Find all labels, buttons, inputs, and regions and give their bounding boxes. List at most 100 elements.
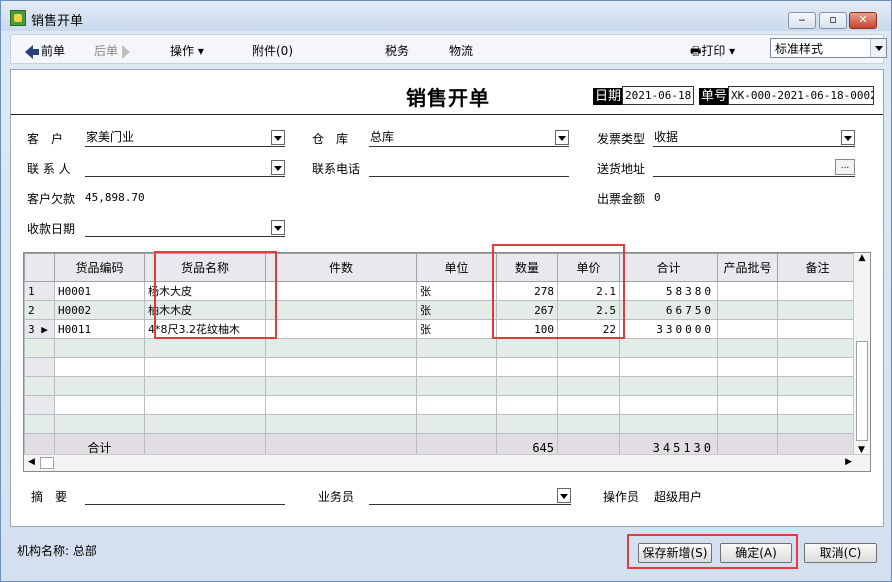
print-button[interactable]: 🖶打印 ▾ <box>690 42 735 63</box>
address-field[interactable]: ... <box>653 159 855 177</box>
highlight-qty-price <box>492 244 625 339</box>
ellipsis-button[interactable]: ... <box>835 159 855 175</box>
date-field[interactable]: 2021-06-18 <box>622 86 694 105</box>
maximize-button[interactable]: ▫ <box>819 12 847 29</box>
invoice-type-label: 发票类型 <box>597 132 646 146</box>
col-header-unit[interactable]: 单位 <box>416 253 497 282</box>
tax-button[interactable]: 税务 <box>385 42 409 59</box>
total-cell[interactable]: 330000 <box>619 319 718 339</box>
horizontal-scroll-thumb[interactable] <box>40 457 54 469</box>
collect-date-field[interactable] <box>85 219 285 237</box>
col-header-total[interactable]: 合计 <box>619 253 718 282</box>
horizontal-scrollbar[interactable]: ◀ ▶ <box>24 454 870 471</box>
scroll-left-icon[interactable]: ◀ <box>28 457 35 467</box>
scroll-right-icon[interactable]: ▶ <box>845 457 852 467</box>
print-style-select[interactable]: 标准样式 <box>770 38 887 58</box>
item-code-cell[interactable]: H0002 <box>54 300 145 320</box>
header-row: 货品编码 货品名称 件数 单位 数量 单价 合计 产品批号 备注 <box>24 253 858 282</box>
dropdown-arrow-icon[interactable] <box>271 130 285 145</box>
phone-label: 联系电话 <box>312 162 361 176</box>
col-header-pieces[interactable]: 件数 <box>265 253 417 282</box>
contact-field[interactable] <box>85 159 285 177</box>
col-header-batch[interactable]: 产品批号 <box>717 253 778 282</box>
dropdown-arrow-icon[interactable] <box>271 220 285 235</box>
print-style-value: 标准样式 <box>775 42 824 56</box>
empty-row[interactable] <box>24 357 858 377</box>
caret-down-icon: ▾ <box>197 44 204 58</box>
prev-order-button[interactable]: 前单 <box>25 42 65 59</box>
unit-cell[interactable]: 张 <box>416 300 497 320</box>
row-number[interactable]: 1 <box>24 281 55 301</box>
save-and-new-button[interactable]: 保存新增(S) <box>638 543 712 563</box>
close-button[interactable]: ✕ <box>849 12 877 29</box>
vertical-scroll-thumb[interactable] <box>856 341 868 441</box>
items-grid[interactable]: 货品编码 货品名称 件数 单位 数量 单价 合计 产品批号 备注 1 H0001… <box>23 252 871 472</box>
customer-debt-label: 客户欠款 <box>27 192 76 206</box>
customer-field[interactable]: 家美门业 <box>85 129 285 147</box>
sales-order-window: 销售开单 ‒ ▫ ✕ 前单 后单 操作 ▾ 附件(0) 税务 物流 🖶打印 ▾ … <box>0 0 892 582</box>
empty-row[interactable] <box>24 376 858 396</box>
summary-field[interactable] <box>85 487 285 505</box>
remark-cell[interactable] <box>777 300 858 320</box>
invoice-type-value: 收据 <box>654 130 679 144</box>
confirm-button[interactable]: 确定(A) <box>720 543 792 563</box>
next-order-button[interactable]: 后单 <box>94 42 130 59</box>
row-number[interactable]: 2 <box>24 300 55 320</box>
pieces-cell[interactable] <box>265 281 417 301</box>
corner-cell <box>24 253 55 282</box>
table-row[interactable]: 1 H0001 杨木大皮 张 278 2.1 58380 <box>24 281 858 301</box>
batch-cell[interactable] <box>717 281 778 301</box>
dropdown-arrow-icon[interactable] <box>841 130 855 145</box>
prev-label: 前单 <box>41 44 66 58</box>
toolbar: 前单 后单 操作 ▾ 附件(0) 税务 物流 🖶打印 ▾ 标准样式 <box>10 34 887 64</box>
dropdown-arrow-icon[interactable] <box>555 130 569 145</box>
col-header-code[interactable]: 货品编码 <box>54 253 145 282</box>
order-no-field[interactable]: XK-000-2021-06-18-0002 <box>728 86 874 105</box>
item-code-cell[interactable]: H0001 <box>54 281 145 301</box>
dropdown-arrow-icon[interactable] <box>271 160 285 175</box>
caret-down-icon: ▾ <box>729 44 736 58</box>
unit-cell[interactable]: 张 <box>416 319 497 339</box>
empty-row[interactable] <box>24 395 858 415</box>
batch-cell[interactable] <box>717 319 778 339</box>
empty-row[interactable] <box>24 414 858 434</box>
date-tag: 日期 <box>593 88 624 105</box>
row-number-value: 3 <box>28 322 35 336</box>
row-number[interactable]: 3 ▶ <box>24 319 55 339</box>
minimize-button[interactable]: ‒ <box>788 12 816 29</box>
item-code-cell[interactable]: H0011 <box>54 319 145 339</box>
printer-icon: 🖶 <box>690 44 702 58</box>
table-row[interactable]: 2 H0002 柚木木皮 张 267 2.5 66750 <box>24 300 858 320</box>
batch-cell[interactable] <box>717 300 778 320</box>
invoice-amount-label: 出票金额 <box>597 192 646 206</box>
dropdown-arrow-icon[interactable] <box>870 39 886 57</box>
total-cell[interactable]: 58380 <box>619 281 718 301</box>
pieces-cell[interactable] <box>265 300 417 320</box>
order-form: 销售开单 日期 2021-06-18 单号 XK-000-2021-06-18-… <box>10 69 884 527</box>
invoice-type-field[interactable]: 收据 <box>653 129 855 147</box>
window-title: 销售开单 <box>31 14 84 29</box>
operator-label: 操作员 <box>603 490 640 504</box>
logistics-button[interactable]: 物流 <box>449 42 473 59</box>
scroll-up-icon[interactable]: ▲ <box>854 253 870 263</box>
pieces-cell[interactable] <box>265 319 417 339</box>
address-label: 送货地址 <box>597 162 646 176</box>
cancel-button[interactable]: 取消(C) <box>804 543 877 563</box>
attachment-button[interactable]: 附件(0) <box>252 42 293 59</box>
col-header-remark[interactable]: 备注 <box>777 253 858 282</box>
phone-field[interactable] <box>369 159 569 177</box>
table-row[interactable]: 3 ▶ H0011 4*8尺3.2花纹柚木 张 100 22 330000 <box>24 319 858 339</box>
warehouse-field[interactable]: 总库 <box>369 129 569 147</box>
empty-row[interactable] <box>24 338 858 358</box>
org-name: 机构名称: 总部 <box>17 544 97 558</box>
unit-cell[interactable]: 张 <box>416 281 497 301</box>
total-cell[interactable]: 66750 <box>619 300 718 320</box>
contact-label: 联 系 人 <box>27 162 71 176</box>
operations-menu[interactable]: 操作 ▾ <box>170 42 204 59</box>
dropdown-arrow-icon[interactable] <box>557 488 571 503</box>
remark-cell[interactable] <box>777 319 858 339</box>
operator-value: 超级用户 <box>654 490 703 504</box>
remark-cell[interactable] <box>777 281 858 301</box>
salesperson-field[interactable] <box>369 487 571 505</box>
vertical-scrollbar[interactable]: ▲ ▼ <box>853 253 870 457</box>
